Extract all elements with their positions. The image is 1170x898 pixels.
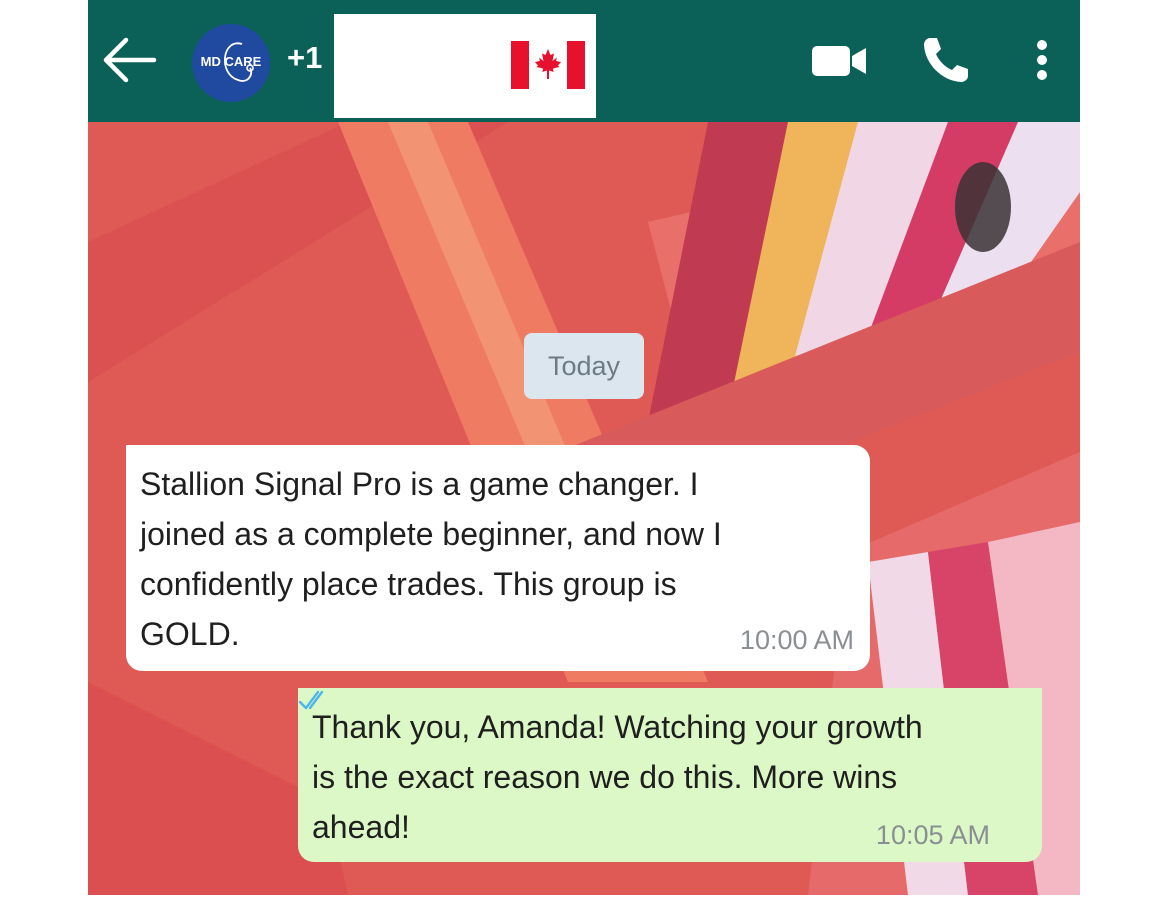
canada-flag-icon [511, 41, 585, 89]
chat-background: Today Stallion Signal Pro is a game chan… [88, 122, 1080, 895]
chat-header: MD CARE +1 [88, 0, 1080, 122]
avatar[interactable]: MD CARE [192, 24, 270, 102]
double-check-icon [298, 690, 324, 710]
phone-icon [924, 38, 968, 82]
more-options-button[interactable] [1028, 38, 1056, 86]
message-timestamp: 10:00 AM [739, 625, 854, 655]
chat-window: MD CARE +1 Today Stallion Signal Pro is … [88, 0, 1080, 895]
voice-call-button[interactable] [920, 34, 972, 86]
video-call-button[interactable] [810, 40, 870, 80]
avatar-text: MD CARE [200, 54, 262, 69]
date-divider: Today [524, 333, 644, 399]
more-vertical-icon [1037, 40, 1047, 80]
back-button[interactable] [102, 36, 158, 84]
contact-country-code[interactable]: +1 [287, 40, 322, 76]
outgoing-message[interactable]: Thank you, Amanda! Watching your growth … [298, 688, 1042, 862]
message-timestamp: 10:05 AM [875, 820, 990, 850]
arrow-left-icon [103, 37, 157, 83]
incoming-message[interactable]: Stallion Signal Pro is a game changer. I… [126, 445, 870, 671]
video-camera-icon [812, 46, 866, 76]
